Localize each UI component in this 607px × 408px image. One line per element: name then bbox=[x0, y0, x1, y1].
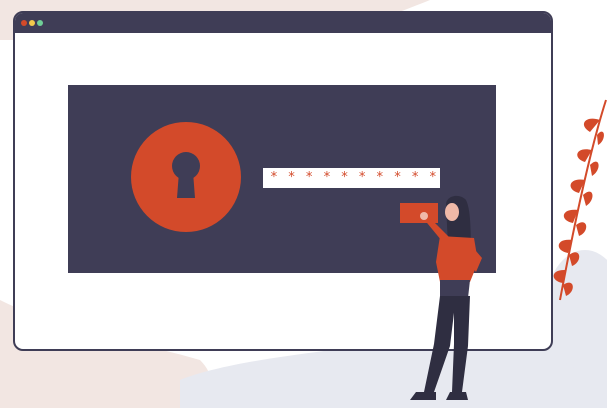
minimize-dot[interactable] bbox=[29, 20, 35, 26]
maximize-dot[interactable] bbox=[37, 20, 43, 26]
close-dot[interactable] bbox=[21, 20, 27, 26]
gray-blob-right bbox=[545, 250, 607, 370]
window-titlebar bbox=[15, 13, 551, 33]
keyhole-icon bbox=[131, 122, 241, 232]
password-input[interactable]: * * * * * * * * * * * bbox=[263, 168, 440, 188]
login-panel: * * * * * * * * * * * bbox=[68, 85, 496, 273]
browser-window: * * * * * * * * * * * bbox=[13, 11, 553, 351]
submit-button[interactable] bbox=[400, 203, 438, 223]
